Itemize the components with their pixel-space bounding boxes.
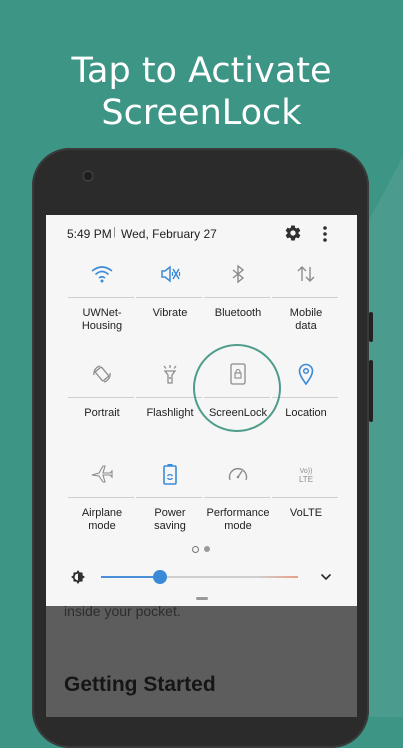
tile-divider	[68, 397, 134, 398]
svg-text:LTE: LTE	[299, 475, 313, 484]
tile-wifi[interactable]: UWNet- Housing	[68, 259, 136, 351]
more-options-icon[interactable]	[318, 224, 332, 244]
status-bar: 5:49 PM | Wed, February 27	[46, 215, 357, 255]
volume-button	[369, 312, 373, 342]
status-time: 5:49 PM	[67, 227, 112, 241]
tile-portrait[interactable]: Portrait	[68, 359, 136, 451]
tile-divider	[136, 397, 202, 398]
tile-divider	[204, 297, 270, 298]
chevron-down-icon[interactable]	[319, 570, 333, 584]
tile-volte[interactable]: Vo)) LTE VoLTE	[272, 459, 340, 551]
brightness-icon	[71, 570, 85, 584]
tile-location[interactable]: Location	[272, 359, 340, 451]
tile-label: Mobile data	[289, 307, 323, 332]
tile-label: VoLTE	[289, 507, 323, 519]
drag-handle[interactable]	[196, 597, 208, 600]
page-dot	[204, 546, 210, 552]
bluetooth-icon	[223, 259, 253, 289]
vibrate-icon	[155, 259, 185, 289]
wifi-icon	[87, 259, 117, 289]
brightness-slider-remaining	[160, 576, 298, 578]
tile-performance-mode[interactable]: Performance mode	[204, 459, 272, 551]
tile-label: Location	[285, 407, 327, 419]
flashlight-icon	[155, 359, 185, 389]
gauge-icon	[223, 459, 253, 489]
mobile-data-icon	[291, 259, 321, 289]
tile-power-saving[interactable]: Power saving	[136, 459, 204, 551]
tile-flashlight[interactable]: Flashlight	[136, 359, 204, 451]
front-camera	[82, 170, 94, 182]
tile-mobile-data[interactable]: Mobile data	[272, 259, 340, 351]
page-dot-current	[192, 546, 199, 553]
tile-divider	[272, 397, 338, 398]
headline: Tap to Activate ScreenLock	[0, 50, 403, 134]
rotate-icon	[87, 359, 117, 389]
tile-vibrate[interactable]: Vibrate	[136, 259, 204, 351]
tile-bluetooth[interactable]: Bluetooth	[204, 259, 272, 351]
tile-divider	[272, 297, 338, 298]
tile-divider	[68, 497, 134, 498]
tile-divider	[68, 297, 134, 298]
tile-airplane[interactable]: Airplane mode	[68, 459, 136, 551]
brightness-slider-thumb[interactable]	[153, 570, 168, 584]
status-separator: |	[113, 226, 116, 238]
phone-screen: inside your pocket. Getting Started 5:49…	[46, 215, 357, 717]
screenlock-highlight-ring	[193, 344, 281, 432]
airplane-icon	[87, 459, 117, 489]
headline-line2: ScreenLock	[101, 93, 302, 133]
tile-divider	[136, 297, 202, 298]
volte-icon: Vo)) LTE	[291, 459, 321, 489]
power-button	[369, 360, 373, 422]
tile-divider	[272, 497, 338, 498]
tile-divider	[136, 497, 202, 498]
svg-text:Vo)): Vo))	[300, 468, 313, 475]
headline-line1: Tap to Activate	[71, 51, 332, 91]
tile-divider	[204, 497, 270, 498]
settings-gear-icon[interactable]	[284, 224, 302, 242]
location-icon	[291, 359, 321, 389]
status-date: Wed, February 27	[121, 227, 217, 241]
battery-saver-icon	[155, 459, 185, 489]
app-heading: Getting Started	[64, 673, 216, 696]
quick-settings-panel: 5:49 PM | Wed, February 27 UWNet- Housin…	[46, 215, 357, 606]
